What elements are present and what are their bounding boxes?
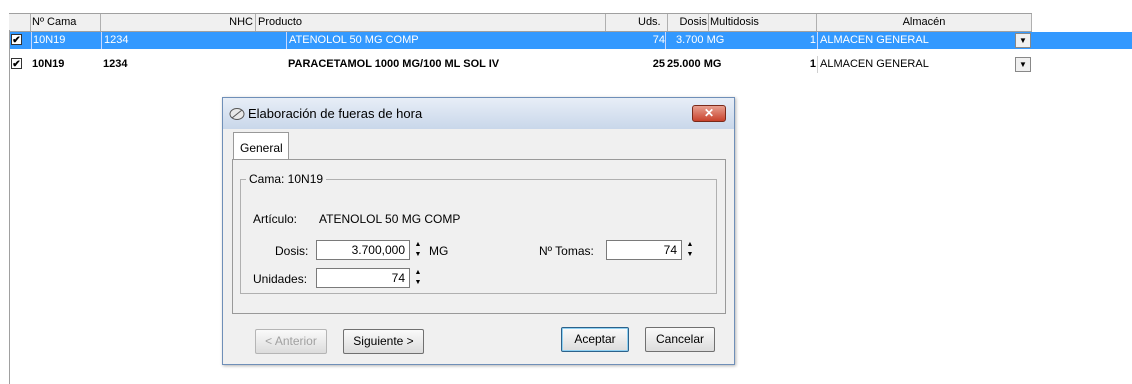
cell-nhc: 1234: [103, 58, 128, 70]
dialog-titlebar[interactable]: Elaboración de fueras de hora ✕: [223, 98, 734, 129]
cell-multidosis: 1: [809, 58, 816, 70]
cell-nhc: 1234: [101, 32, 286, 49]
header-nhc[interactable]: NHC: [101, 14, 256, 31]
header-dosis[interactable]: Dosis: [668, 14, 709, 31]
cell-multidosis: 1: [809, 34, 816, 46]
siguiente-button[interactable]: Siguiente >: [343, 329, 424, 354]
cell-cama: 10N19: [31, 32, 101, 49]
group-cama: Cama: 10N19 Artículo: ATENOLOL 50 MG COM…: [240, 172, 717, 294]
table-row[interactable]: ✔ 10N19 1234 PARACETAMOL 1000 MG/100 ML …: [9, 56, 1132, 73]
header-almacen[interactable]: Almacén: [817, 14, 1032, 31]
group-title: Cama: 10N19: [246, 172, 327, 186]
header-producto[interactable]: Producto: [256, 14, 606, 31]
row-checkbox[interactable]: ✔: [11, 58, 22, 70]
tomas-spinner[interactable]: ▲ ▼: [682, 240, 698, 260]
articulo-value: ATENOLOL 50 MG COMP: [319, 212, 461, 226]
close-button[interactable]: ✕: [692, 105, 726, 122]
cell-producto: PARACETAMOL 1000 MG/100 ML SOL IV: [288, 58, 500, 70]
tomas-field[interactable]: 74: [606, 240, 682, 260]
aceptar-button[interactable]: Aceptar: [561, 327, 629, 352]
dialog-title: Elaboración de fueras de hora: [248, 106, 423, 121]
cell-uds: 25: [652, 58, 665, 70]
dialog-elaboracion: Elaboración de fueras de hora ✕ General …: [222, 97, 735, 365]
table-row[interactable]: ✔ 10N19 1234 ATENOLOL 50 MG COMP 74 3.70…: [9, 32, 1132, 49]
spin-down-icon[interactable]: ▼: [682, 250, 698, 260]
cell-almacen: ALMACEN GENERAL: [817, 56, 1015, 73]
spin-up-icon[interactable]: ▲: [410, 268, 426, 278]
tab-panel-general: Cama: 10N19 Artículo: ATENOLOL 50 MG COM…: [232, 159, 726, 314]
unidades-spinner[interactable]: ▲ ▼: [410, 268, 426, 288]
unidades-field[interactable]: 74: [316, 268, 410, 288]
tomas-label: Nº Tomas:: [539, 244, 594, 258]
dosis-label: Dosis:: [275, 244, 309, 258]
cell-dosis: 3.700 MG: [665, 32, 725, 49]
anterior-button[interactable]: < Anterior: [255, 329, 327, 354]
unidades-label: Unidades:: [253, 272, 308, 286]
cell-producto: ATENOLOL 50 MG COMP: [286, 32, 621, 49]
grid-header: Nº Cama NHC Producto Uds. Dosis Multidos…: [9, 13, 1032, 32]
header-cama[interactable]: Nº Cama: [31, 14, 101, 31]
tab-general[interactable]: General: [233, 132, 289, 160]
chevron-down-icon[interactable]: ▼: [1015, 33, 1031, 48]
row-checkbox[interactable]: ✔: [11, 34, 22, 46]
spin-up-icon[interactable]: ▲: [410, 240, 426, 250]
grid-left-border: [9, 30, 10, 384]
pill-icon: [229, 108, 245, 120]
cell-uds: 74: [652, 34, 665, 46]
cell-almacen: ALMACEN GENERAL: [817, 32, 1015, 49]
header-uds[interactable]: Uds.: [606, 14, 668, 31]
cell-dosis: 25.000 MG: [667, 58, 722, 70]
spin-up-icon[interactable]: ▲: [682, 240, 698, 250]
articulo-label: Artículo:: [253, 212, 298, 226]
dosis-field[interactable]: 3.700,000: [316, 240, 410, 260]
cell-cama: 10N19: [32, 58, 65, 70]
dosis-spinner[interactable]: ▲ ▼: [410, 240, 426, 260]
dosis-unit: MG: [429, 244, 449, 258]
spin-down-icon[interactable]: ▼: [410, 278, 426, 288]
spin-down-icon[interactable]: ▼: [410, 250, 426, 260]
cancelar-button[interactable]: Cancelar: [645, 327, 715, 352]
chevron-down-icon[interactable]: ▼: [1015, 57, 1031, 72]
header-checkbox-col: [9, 14, 31, 31]
header-multidosis[interactable]: Multidosis: [709, 14, 817, 31]
